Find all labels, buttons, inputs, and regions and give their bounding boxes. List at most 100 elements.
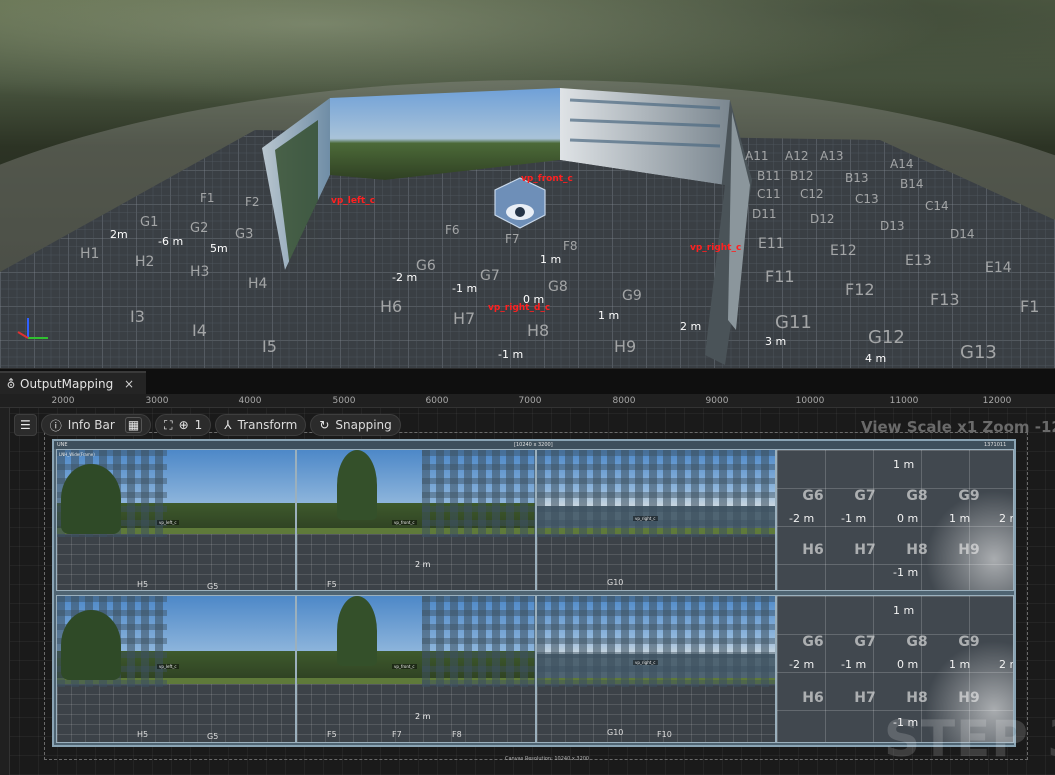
fit-icon[interactable]: ⛶ <box>164 418 172 433</box>
vp-floor-label: vp_right_d_c <box>488 303 551 313</box>
meter-label: 1 m <box>949 658 971 671</box>
step-watermark: STEP 3 <box>884 710 1055 768</box>
info-bar-button[interactable]: ⓘ Info Bar ▦ <box>40 414 152 436</box>
svg-text:F8: F8 <box>563 239 578 253</box>
close-icon[interactable]: × <box>124 377 134 391</box>
canvas-header-center: [10240 x 3200] <box>514 442 553 448</box>
svg-text:E14: E14 <box>985 260 1012 276</box>
svg-text:G1: G1 <box>140 215 158 230</box>
menu-button[interactable]: ☰ <box>14 414 37 436</box>
ruler-tick: 4000 <box>238 396 262 406</box>
svg-text:1 m: 1 m <box>598 309 619 322</box>
meter-label: -2 m <box>789 512 815 525</box>
grid-cell-label: H8 <box>906 690 928 706</box>
svg-text:H7: H7 <box>453 309 475 328</box>
hamburger-icon: ☰ <box>20 418 31 432</box>
floor-label: G10 <box>607 728 624 737</box>
viewport-tag: vp_right_c <box>633 516 658 521</box>
output-canvas[interactable]: UNE [10240 x 3200] 1371011 LNH_Wide(Fram… <box>52 439 1016 747</box>
svg-text:F1: F1 <box>200 191 215 205</box>
meter-label: 1 m <box>893 458 915 471</box>
svg-text:G9: G9 <box>622 288 642 304</box>
svg-text:F6: F6 <box>445 223 460 237</box>
viewport-tile-left[interactable]: LNH_Wide(Frame) vp_left_c H5 G5 <box>56 449 296 591</box>
transform-icon: ⅄ <box>224 418 232 432</box>
meter-label: 0 m <box>897 658 919 671</box>
svg-text:F7: F7 <box>505 232 520 246</box>
meter-label: 2 m <box>415 712 431 721</box>
transform-button[interactable]: ⅄ Transform <box>215 414 307 436</box>
node-label: LNH_Wide(Frame) <box>59 452 95 457</box>
grid-cell-label: G8 <box>906 488 928 504</box>
grid-cell-label: G6 <box>802 634 824 650</box>
vp-left-label: vp_left_c <box>331 196 376 206</box>
svg-text:B12: B12 <box>790 169 814 183</box>
floor-label: F8 <box>452 730 462 739</box>
svg-text:H4: H4 <box>248 276 268 292</box>
svg-text:1 m: 1 m <box>540 253 561 266</box>
floor-label: H5 <box>137 730 149 739</box>
grid-cell-label: H7 <box>854 542 876 558</box>
svg-text:I4: I4 <box>192 321 207 340</box>
meter-label: -1 m <box>841 512 867 525</box>
snapping-label: Snapping <box>335 418 392 432</box>
svg-text:H2: H2 <box>135 254 154 270</box>
canvas-footer: Canvas Resolution: 10240 x 3200 <box>505 756 590 762</box>
svg-text:F1: F1 <box>1020 297 1039 316</box>
svg-text:H3: H3 <box>190 264 209 280</box>
canvas-header-left: UNE <box>57 442 68 448</box>
floor-label: G5 <box>207 582 219 591</box>
svg-text:A13: A13 <box>820 149 843 163</box>
svg-text:D11: D11 <box>752 207 777 221</box>
grid-cell-label: H8 <box>906 542 928 558</box>
viewport-tile-front[interactable]: vp_front_c F5 2 m <box>296 449 536 591</box>
viewport-tile-left-2[interactable]: vp_left_c H5 G5 <box>56 595 296 743</box>
snapping-button[interactable]: ↻ Snapping <box>310 414 401 436</box>
meter-label: -1 m <box>893 566 919 579</box>
floor-label: F7 <box>392 730 402 739</box>
ruler-tick: 12000 <box>982 396 1012 406</box>
grid-cell-label: H6 <box>802 690 824 706</box>
viewport-tile-right-2[interactable]: vp_right_c G10 F10 <box>536 595 776 743</box>
info-bar-label: Info Bar <box>67 418 115 432</box>
meter-label: 2 m <box>999 658 1013 671</box>
svg-text:C13: C13 <box>855 192 879 206</box>
layout-icon[interactable]: ▦ <box>124 417 143 433</box>
zoom-button[interactable]: ⛶ ⊕ 1 <box>155 414 212 436</box>
svg-text:I3: I3 <box>130 307 145 326</box>
ruler-tick: 5000 <box>332 396 356 406</box>
ruler-tick: 2000 <box>51 396 75 406</box>
ruler-tick: 6000 <box>425 396 449 406</box>
grid-cell-label: H7 <box>854 690 876 706</box>
svg-text:G2: G2 <box>190 221 208 236</box>
grid-cell-label: G7 <box>854 634 876 650</box>
floor-label: G5 <box>207 732 219 741</box>
svg-text:C12: C12 <box>800 187 824 201</box>
tab-bar: ⛢ OutputMapping × <box>0 368 1055 395</box>
svg-text:C11: C11 <box>757 187 781 201</box>
meter-label: 2 m <box>999 512 1013 525</box>
svg-text:G11: G11 <box>775 312 812 333</box>
svg-text:F2: F2 <box>245 195 260 209</box>
grid-cell-label: G9 <box>958 488 980 504</box>
meter-label: 1 m <box>949 512 971 525</box>
info-icon: ⓘ <box>49 418 62 433</box>
svg-text:5m: 5m <box>210 242 228 255</box>
view-scale-readout: View Scale x1 Zoom -12 <box>861 418 1055 436</box>
svg-text:-2 m: -2 m <box>392 271 417 284</box>
svg-text:3 m: 3 m <box>765 335 786 348</box>
tab-output-mapping[interactable]: ⛢ OutputMapping × <box>0 371 146 395</box>
viewport-tile-front-2[interactable]: vp_front_c F5 F7 F8 2 m <box>296 595 536 743</box>
svg-text:-6 m: -6 m <box>158 235 183 248</box>
ruler-tick: 9000 <box>705 396 729 406</box>
floor-label: G10 <box>607 578 624 587</box>
viewport-tile-floor[interactable]: 1 m G6 G7 G8 G9 -2 m -1 m 0 m 1 m 2 m H6… <box>776 449 1014 591</box>
3d-viewport[interactable]: A11 A12 A13 A14 B11 B12 B13 B14 C11 C12 C13 C14 D… <box>0 0 1055 368</box>
zoom-icon: ⊕ <box>178 418 189 432</box>
svg-text:H9: H9 <box>614 337 636 356</box>
svg-text:E13: E13 <box>905 253 932 269</box>
grid-cell-label: H6 <box>802 542 824 558</box>
output-mapping-panel[interactable]: 2000 3000 4000 5000 6000 7000 8000 9000 … <box>0 394 1055 775</box>
viewport-tile-right[interactable]: vp_right_c G10 <box>536 449 776 591</box>
ruler-tick: 10000 <box>795 396 825 406</box>
